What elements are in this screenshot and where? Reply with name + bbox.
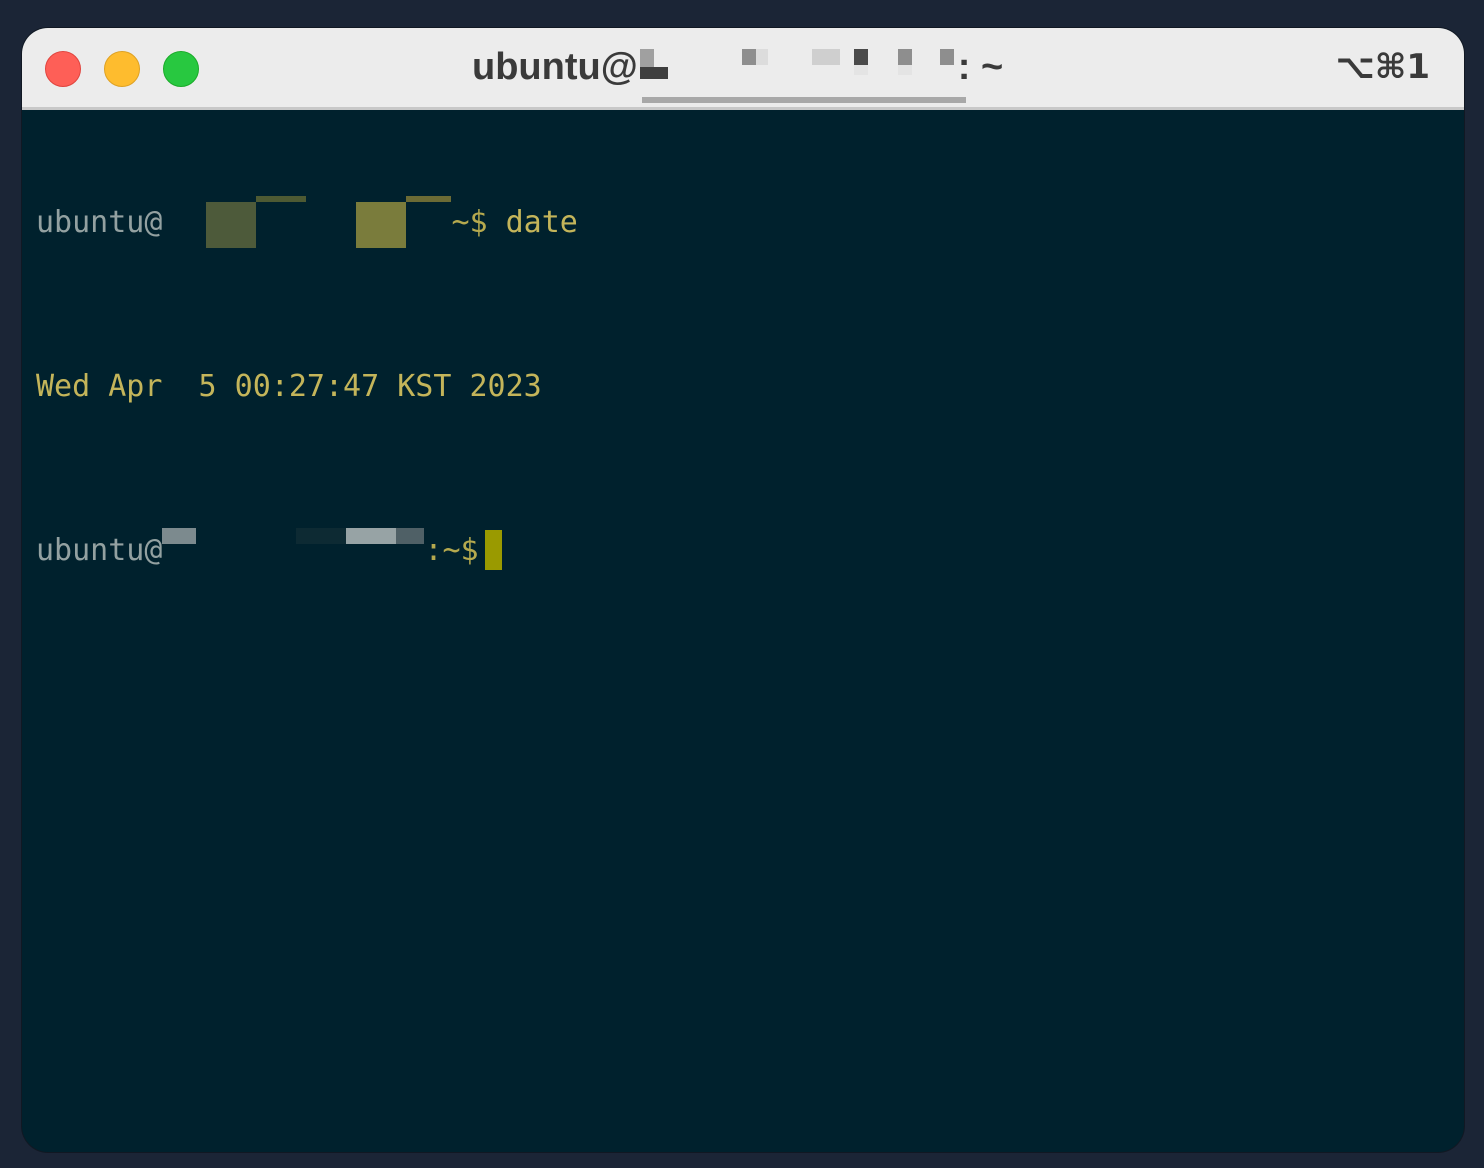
prompt-user: ubuntu@ — [36, 533, 163, 568]
close-button[interactable] — [45, 51, 81, 87]
title-prefix: ubuntu@ — [472, 46, 638, 88]
terminal-line: ubuntu@ ~$ date — [36, 196, 1450, 248]
prompt-symbol: :~$ — [424, 533, 479, 568]
prompt-symbol: ~$ — [451, 205, 506, 240]
redacted-hostname — [162, 196, 452, 248]
terminal-line: ubuntu@ :~$ — [36, 528, 1450, 571]
window-title: ubuntu@ : ~ — [472, 42, 1003, 92]
tab-shortcut-label: ⌥⌘1 — [1335, 47, 1430, 87]
terminal-line: Wed Apr 5 00:27:47 KST 2023 — [36, 366, 1450, 407]
prompt-user: ubuntu@ — [36, 205, 163, 240]
redacted-hostname — [638, 48, 958, 89]
title-suffix: : ~ — [957, 46, 1004, 88]
terminal-output[interactable]: ubuntu@ ~$ date Wed Apr 5 00:27:47 KST 20… — [36, 120, 1450, 1138]
command-text: date — [505, 205, 578, 240]
minimize-button[interactable] — [104, 51, 140, 87]
redacted-hostname — [162, 528, 425, 571]
title-underline — [642, 97, 966, 103]
title-bar[interactable]: ubuntu@ : ~ ⌥⌘1 — [22, 28, 1464, 110]
text-cursor — [484, 530, 502, 570]
command-output: Wed Apr 5 00:27:47 KST 2023 — [36, 369, 542, 404]
terminal-window: ubuntu@ : ~ ⌥⌘1 ubuntu@ ~$ date Wed Apr 5 … — [22, 28, 1464, 1152]
zoom-button[interactable] — [163, 51, 199, 87]
